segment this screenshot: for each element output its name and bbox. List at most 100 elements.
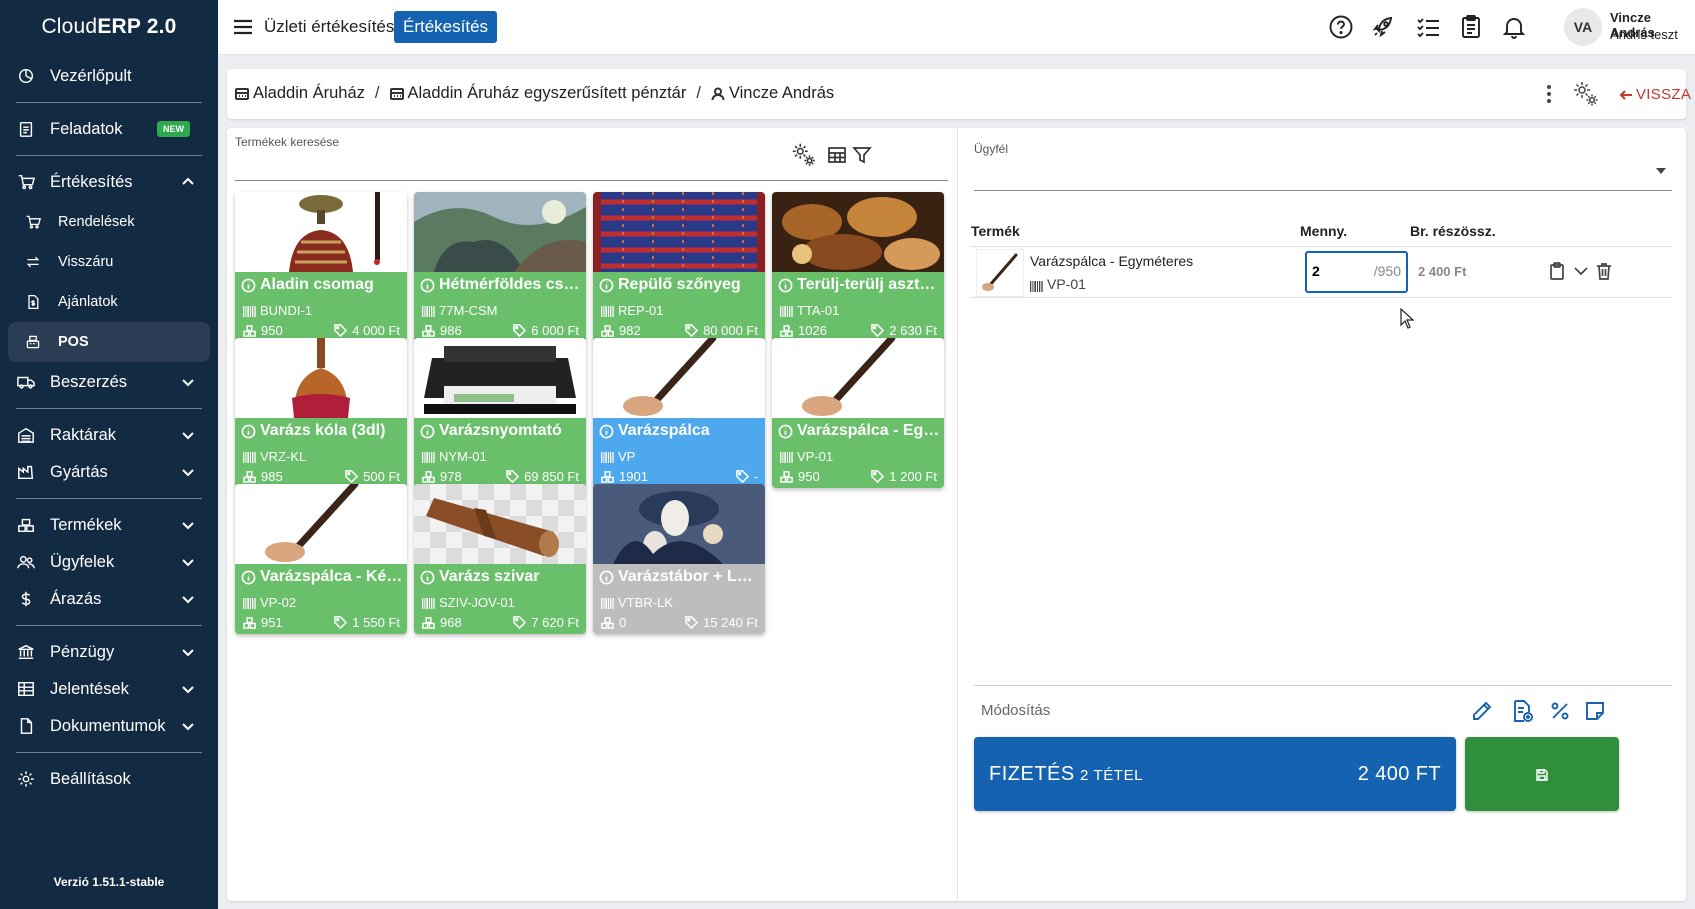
back-link[interactable]: VISSZA <box>1619 86 1691 103</box>
help-icon[interactable] <box>1328 14 1354 40</box>
bell-icon[interactable] <box>1501 14 1527 40</box>
product-card[interactable]: Varázstábor + Lakoma VTBR-LK 0 15 240 Ft <box>593 484 765 634</box>
breadcrumb-store[interactable]: Aladdin Áruház <box>253 84 365 103</box>
product-stock: 950 <box>780 469 820 484</box>
customer-select[interactable] <box>974 190 1672 191</box>
sidebar-item-customers[interactable]: Ügyfelek <box>0 542 218 582</box>
product-price: 1 550 Ft <box>334 615 400 630</box>
product-card[interactable]: Aladin csomag BUNDI-1 950 4 000 Ft <box>235 192 407 342</box>
barcode-icon <box>601 597 614 609</box>
product-card[interactable]: Hétmérföldes csizma 77M-CSM 986 6 000 Ft <box>414 192 586 342</box>
checklist-icon[interactable] <box>1415 14 1441 40</box>
document-add-icon[interactable] <box>1510 699 1534 723</box>
product-sku: BUNDI-1 <box>243 303 312 318</box>
quantity-field[interactable]: /950 <box>1305 251 1408 293</box>
payment-button[interactable]: FIZETÉS 2 TÉTEL 2 400 FT <box>974 737 1456 811</box>
sidebar-item-label: Beszerzés <box>50 372 128 391</box>
breadcrumb-user[interactable]: Vincze András <box>729 84 834 103</box>
payment-label: FIZETÉS <box>989 763 1075 785</box>
breadcrumb-register[interactable]: Aladdin Áruház egyszerűsített pénztár <box>408 84 687 103</box>
chevron-down-icon <box>180 427 196 443</box>
avatar[interactable]: VA <box>1564 8 1602 46</box>
price-tag-icon <box>513 324 527 338</box>
product-title: Varázs szivar <box>420 568 582 586</box>
edit-icon[interactable] <box>1470 699 1494 723</box>
product-price: 15 240 Ft <box>685 615 758 630</box>
sidebar-item-products[interactable]: Termékek <box>0 505 218 545</box>
sidebar-item-tasks[interactable]: Feladatok NEW <box>0 109 218 149</box>
stock-icon <box>422 470 435 483</box>
product-card[interactable]: Varázspálca - Egyméteres VP-01 950 1 200… <box>772 338 944 488</box>
gears-icon[interactable] <box>1571 79 1601 109</box>
product-card[interactable]: Varázspálca VP 1901 - <box>593 338 765 488</box>
product-card[interactable]: Repülő szőnyeg REP-01 982 80 000 Ft <box>593 192 765 342</box>
sidebar-item-returns[interactable]: Visszáru <box>0 242 218 282</box>
gears-icon[interactable] <box>790 141 818 169</box>
sidebar-item-documents[interactable]: Dokumentumok <box>0 706 218 746</box>
sidebar-item-sales[interactable]: Értékesítés <box>0 162 218 202</box>
sidebar-divider <box>16 102 202 103</box>
note-icon[interactable] <box>1583 699 1607 723</box>
sidebar-item-dashboard[interactable]: Vezérlőpult <box>0 56 218 96</box>
sidebar-item-warehouses[interactable]: Raktárak <box>0 415 218 455</box>
product-title: Repülő szőnyeg <box>599 276 761 294</box>
rocket-icon[interactable] <box>1370 14 1396 40</box>
trash-icon[interactable] <box>1594 261 1614 281</box>
product-title: Varázs kóla (3dl) <box>241 422 403 440</box>
chevron-down-icon <box>180 591 196 607</box>
users-icon <box>17 553 35 571</box>
product-card[interactable]: Terülj-terülj asztalkám TTA-01 1026 2 63… <box>772 192 944 342</box>
sidebar-divider <box>16 752 202 753</box>
sidebar-item-finance[interactable]: Pénzügy <box>0 632 218 672</box>
info-icon <box>599 570 614 585</box>
save-button[interactable] <box>1465 737 1619 811</box>
caret-down-icon[interactable] <box>1656 168 1666 174</box>
sidebar-item-reports[interactable]: Jelentések <box>0 669 218 709</box>
percent-icon[interactable] <box>1548 699 1572 723</box>
more-vertical-icon[interactable] <box>1545 83 1553 105</box>
modify-label: Módosítás <box>981 702 1051 719</box>
sidebar-item-pricing[interactable]: Árazás <box>0 579 218 619</box>
sidebar-item-manufacturing[interactable]: Gyártás <box>0 452 218 492</box>
clipboard-icon[interactable] <box>1547 261 1567 281</box>
product-stock: 986 <box>422 323 462 338</box>
sidebar-item-label: Rendelések <box>58 214 135 230</box>
quantity-input[interactable] <box>1312 263 1352 279</box>
info-icon <box>241 570 256 585</box>
breadcrumb-separator: / <box>696 84 701 102</box>
chevron-down-icon[interactable] <box>1571 261 1591 281</box>
cart-item-name: Varázspálca - Egyméteres <box>1030 253 1194 269</box>
product-info: Varázspálca VP 1901 - <box>593 418 765 488</box>
price-tag-icon <box>685 324 699 338</box>
sidebar-item-settings[interactable]: Beállítások <box>0 759 218 799</box>
brand-logo[interactable]: Cloud ERP 2.0 <box>0 0 218 54</box>
sidebar-item-pos[interactable]: POS <box>8 322 210 362</box>
sales-pill[interactable]: Értékesítés <box>394 11 498 43</box>
product-sku: VTBR-LK <box>601 595 673 610</box>
product-info: Varázspálca - Egyméteres VP-01 950 1 200… <box>772 418 944 488</box>
product-image <box>414 192 586 272</box>
stock-icon <box>243 616 256 629</box>
product-card[interactable]: Varázs szivar SZIV-JOV-01 968 7 620 Ft <box>414 484 586 634</box>
sidebar-item-purchasing[interactable]: Beszerzés <box>0 362 218 402</box>
filter-icon[interactable] <box>852 145 872 165</box>
product-info: Varázspálca - Kétméteres VP-02 951 1 550… <box>235 564 407 634</box>
product-card[interactable]: Varázsnyomtató NYM-01 978 69 850 Ft <box>414 338 586 488</box>
stock-icon <box>243 470 256 483</box>
sidebar-item-quotes[interactable]: Ajánlatok <box>0 282 218 322</box>
menu-icon[interactable] <box>232 16 254 38</box>
product-price: 69 850 Ft <box>506 469 579 484</box>
table-view-icon[interactable] <box>827 145 847 165</box>
clipboard-list-icon[interactable] <box>1458 14 1484 40</box>
product-price: 2 630 Ft <box>871 323 937 338</box>
product-stock: 0 <box>601 615 626 630</box>
sidebar-item-orders[interactable]: Rendelések <box>0 202 218 242</box>
search-input[interactable] <box>235 154 855 180</box>
barcode-icon <box>243 597 256 609</box>
product-card[interactable]: Varázs kóla (3dl) VRZ-KL 985 500 Ft <box>235 338 407 488</box>
price-tag-icon <box>513 616 527 630</box>
product-price: 80 000 Ft <box>685 323 758 338</box>
new-badge: NEW <box>157 121 190 137</box>
product-card[interactable]: Varázspálca - Kétméteres VP-02 951 1 550… <box>235 484 407 634</box>
price-tag-icon <box>506 470 520 484</box>
